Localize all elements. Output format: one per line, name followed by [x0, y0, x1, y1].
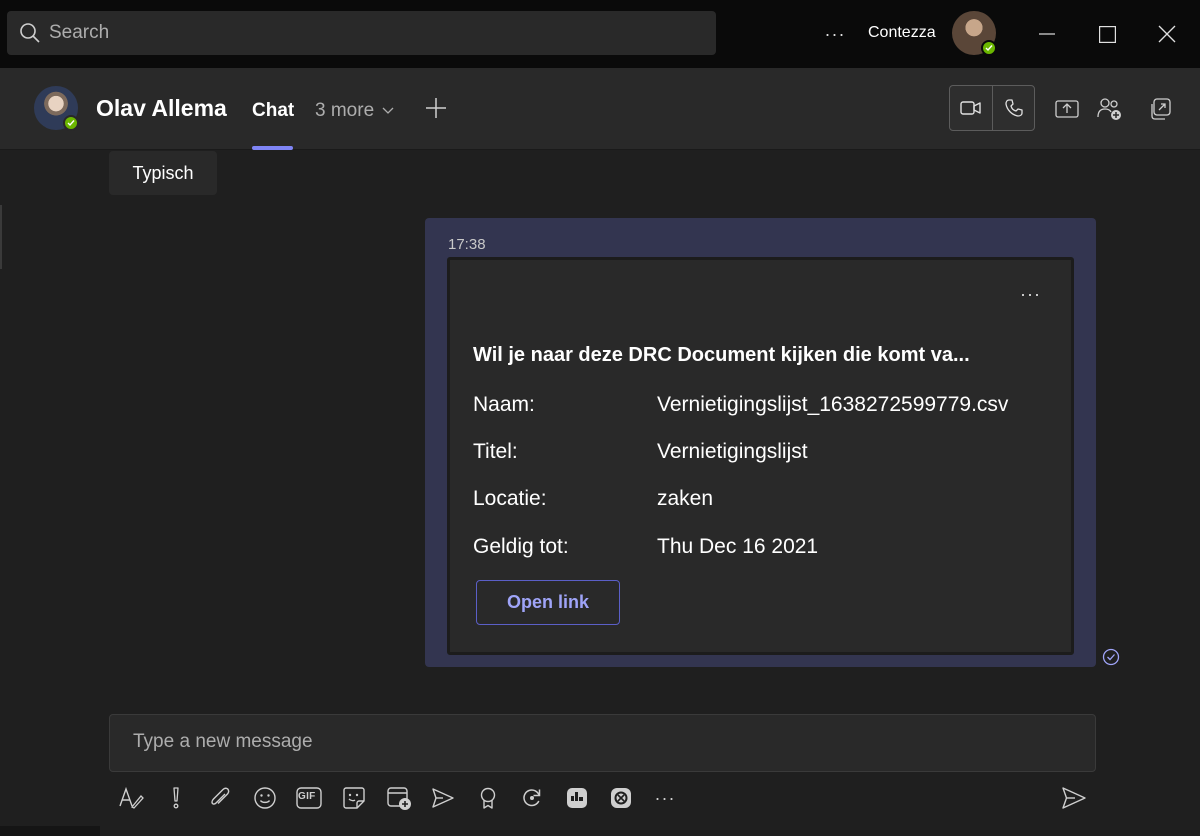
exclamation-icon — [173, 787, 179, 809]
plus-icon — [426, 98, 446, 118]
user-avatar[interactable] — [952, 11, 997, 56]
stream-button[interactable] — [428, 783, 458, 813]
search-input[interactable] — [49, 22, 669, 44]
minimize-button[interactable] — [1024, 16, 1070, 52]
fact-label: Naam: — [473, 393, 535, 416]
sticker-icon — [343, 787, 365, 809]
emoji-button[interactable] — [250, 783, 280, 813]
close-button[interactable] — [1144, 16, 1190, 52]
fact-label: Geldig tot: — [473, 535, 569, 558]
calendar-add-icon — [387, 787, 411, 810]
format-button[interactable] — [116, 783, 146, 813]
gif-button[interactable]: GIF — [294, 783, 324, 813]
fact-label: Locatie: — [473, 487, 547, 510]
pop-out-button[interactable] — [1146, 95, 1174, 123]
fact-value: Vernietigingslijst_1638272599779.csv — [657, 393, 1009, 416]
phone-icon — [1004, 99, 1023, 117]
medal-icon — [480, 787, 496, 809]
minimize-icon — [1039, 33, 1055, 35]
loop-button[interactable] — [517, 783, 547, 813]
add-people-button[interactable] — [1096, 95, 1124, 123]
window-edge — [0, 826, 100, 836]
compose-box[interactable] — [109, 714, 1096, 772]
user-name: Contezza — [868, 24, 936, 41]
settings-more-button[interactable]: ··· — [818, 20, 852, 48]
add-tab-button[interactable] — [422, 94, 450, 122]
scroll-edge — [0, 205, 2, 269]
presence-available-icon — [63, 115, 79, 131]
loop-icon — [523, 789, 541, 807]
fact-value: Thu Dec 16 2021 — [657, 535, 819, 558]
attach-button[interactable] — [205, 783, 235, 813]
share-screen-button[interactable] — [1053, 95, 1081, 123]
tab-chat[interactable]: Chat — [252, 100, 294, 122]
app-icon — [611, 788, 631, 808]
paperclip-icon — [211, 787, 230, 805]
approvals-button[interactable] — [562, 783, 592, 813]
presence-available-icon — [981, 40, 997, 56]
maximize-button[interactable] — [1084, 16, 1130, 52]
adaptive-card: ··· Wil je naar deze DRC Document kijken… — [447, 257, 1074, 655]
fact-value: Vernietigingslijst — [657, 440, 808, 463]
video-call-button[interactable] — [950, 86, 992, 130]
title-bar: ··· Contezza — [0, 0, 1200, 68]
card-more-options-button[interactable]: ··· — [1020, 284, 1041, 305]
message-input[interactable] — [133, 731, 1033, 753]
call-button-group — [949, 85, 1035, 131]
fact-value: zaken — [657, 487, 714, 510]
chat-header: Olav Allema Chat 3 more — [0, 68, 1200, 150]
send-stream-icon — [432, 788, 454, 808]
share-screen-icon — [1055, 100, 1079, 118]
tab-more-label: 3 more — [315, 100, 375, 121]
schedule-meeting-button[interactable] — [384, 783, 414, 813]
audio-call-button[interactable] — [992, 86, 1034, 130]
pop-out-icon — [1151, 98, 1171, 120]
maximize-icon — [1098, 25, 1116, 43]
read-receipt-icon — [1102, 648, 1120, 666]
praise-button[interactable] — [473, 783, 503, 813]
gif-label: GIF — [298, 791, 316, 802]
contact-name: Olav Allema — [96, 95, 227, 121]
sticker-button[interactable] — [339, 783, 369, 813]
important-button[interactable] — [161, 783, 191, 813]
close-icon — [1158, 25, 1176, 43]
previous-message[interactable]: Typisch — [109, 151, 217, 195]
format-icon — [119, 786, 144, 809]
search-icon — [20, 23, 40, 43]
fact-label: Titel: — [473, 440, 518, 463]
approvals-icon — [567, 788, 587, 808]
fact-row: Locatie: zaken — [473, 487, 713, 511]
card-title: Wil je naar deze DRC Document kijken die… — [473, 344, 970, 366]
fact-row: Titel: Vernietigingslijst — [473, 440, 808, 464]
open-link-button[interactable]: Open link — [476, 580, 620, 625]
fact-row: Naam: Vernietigingslijst_1638272599779.c… — [473, 393, 1008, 417]
app-button[interactable] — [606, 783, 636, 813]
emoji-icon — [254, 787, 276, 809]
active-tab-indicator — [252, 146, 293, 150]
send-button[interactable] — [1058, 782, 1090, 814]
fact-row: Geldig tot: Thu Dec 16 2021 — [473, 535, 818, 559]
chevron-down-icon — [382, 107, 394, 114]
more-options-button[interactable]: ··· — [650, 783, 680, 813]
search-box[interactable] — [7, 11, 716, 55]
send-icon — [1062, 787, 1086, 809]
contact-avatar[interactable] — [34, 86, 79, 131]
add-people-icon — [1097, 98, 1121, 120]
message-timestamp: 17:38 — [448, 236, 486, 253]
message-bubble[interactable]: 17:38 ··· Wil je naar deze DRC Document … — [425, 218, 1096, 667]
video-camera-icon — [960, 101, 981, 115]
tab-more[interactable]: 3 more — [315, 100, 394, 122]
